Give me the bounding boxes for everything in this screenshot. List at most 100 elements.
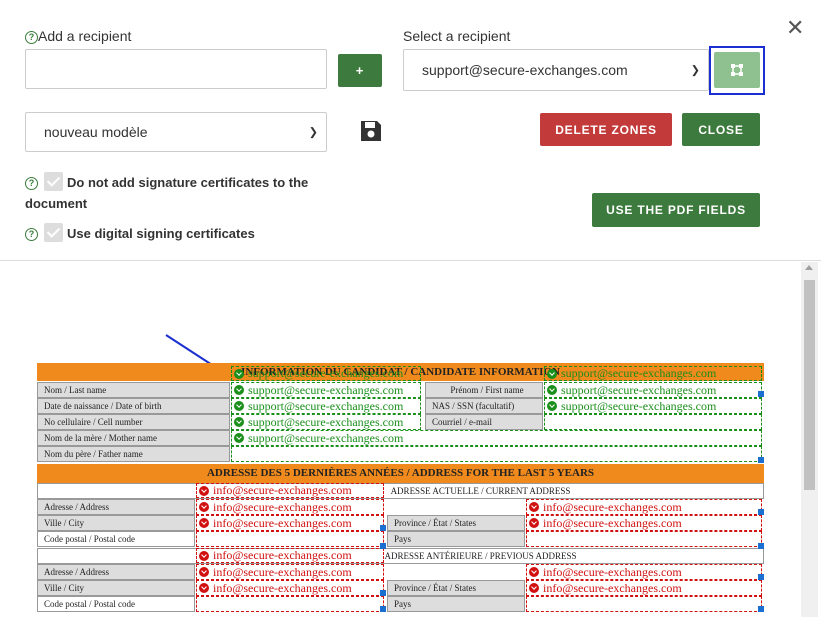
label-postal: Code postal / Postal code xyxy=(37,531,195,547)
signature-zone[interactable]: support@secure-exchanges.com xyxy=(231,430,762,446)
check-icon xyxy=(234,385,244,395)
resize-handle[interactable] xyxy=(758,391,764,397)
add-recipient-input[interactable] xyxy=(25,49,327,89)
no-cert-option: ? Do not add signature certificates to th… xyxy=(25,172,385,214)
signature-zone[interactable]: support@secure-exchanges.com xyxy=(544,382,762,398)
no-cert-label: Do not add signature certificates to the xyxy=(67,175,309,190)
label-address: Adresse / Address xyxy=(37,564,195,580)
signature-zone[interactable]: info@secure-exchanges.com xyxy=(196,499,384,515)
label-sin: NAS / SSN (facultatif) xyxy=(425,398,543,414)
resize-handle[interactable] xyxy=(758,606,764,612)
check-icon xyxy=(234,417,244,427)
close-button[interactable]: CLOSE xyxy=(682,113,760,146)
zone-label: info@secure-exchanges.com xyxy=(213,564,352,579)
signature-zones-dialog: ✕ ? Add a recipient + Select a recipient … xyxy=(0,0,821,617)
check-icon xyxy=(199,550,209,561)
check-icon xyxy=(199,583,209,593)
zone-label: support@secure-exchanges.com xyxy=(248,414,404,429)
label-cell: No cellulaire / Cell number xyxy=(37,414,230,430)
resize-handle[interactable] xyxy=(380,590,386,596)
scroll-up-icon[interactable] xyxy=(805,265,813,270)
label-mother: Nom de la mère / Mother name xyxy=(37,430,230,446)
delete-zones-button[interactable]: DELETE ZONES xyxy=(540,113,672,146)
signature-zone[interactable]: info@secure-exchanges.com xyxy=(196,564,384,580)
select-zone-button[interactable] xyxy=(714,52,760,88)
resize-handle[interactable] xyxy=(758,574,764,580)
signature-zone[interactable]: info@secure-exchanges.com xyxy=(196,548,384,563)
zone-label: support@secure-exchanges.com xyxy=(248,430,404,445)
zone-label: info@secure-exchanges.com xyxy=(213,499,352,514)
scroll-thumb[interactable] xyxy=(804,280,815,490)
label-last-name: Nom / Last name xyxy=(37,382,230,398)
signature-zone[interactable]: support@secure-exchanges.com xyxy=(544,366,762,381)
signature-zone[interactable]: info@secure-exchanges.com xyxy=(526,515,762,531)
check-icon xyxy=(529,502,539,512)
check-icon xyxy=(199,502,209,512)
resize-handle[interactable] xyxy=(380,606,386,612)
label-province: Province / État / States xyxy=(387,580,525,596)
recipient-select[interactable]: support@secure-exchanges.com ❯ xyxy=(403,49,709,91)
label-city: Ville / City xyxy=(37,580,195,596)
resize-handle[interactable] xyxy=(758,543,764,549)
resize-handle[interactable] xyxy=(758,509,764,515)
scrollbar[interactable] xyxy=(801,262,818,617)
check-icon xyxy=(199,485,209,496)
resize-handle[interactable] xyxy=(380,525,386,531)
template-select[interactable]: nouveau modèle ❯ xyxy=(25,112,327,152)
no-cert-label-2: document xyxy=(25,196,88,211)
check-icon xyxy=(234,401,244,411)
signature-zone[interactable]: support@secure-exchanges.com xyxy=(544,398,762,414)
section-address-title: ADRESSE DES 5 DERNIÈRES ANNÉES / ADDRESS… xyxy=(37,464,764,483)
use-pdf-fields-button[interactable]: USE THE PDF FIELDS xyxy=(592,193,760,227)
signature-zone[interactable] xyxy=(526,596,762,612)
close-icon[interactable]: ✕ xyxy=(786,18,804,40)
check-icon xyxy=(529,518,539,528)
zone-label: info@secure-exchanges.com xyxy=(213,548,352,562)
signature-zone[interactable] xyxy=(526,531,762,547)
label-address: Adresse / Address xyxy=(37,499,195,515)
signature-zone[interactable] xyxy=(231,446,762,462)
signature-zone[interactable]: info@secure-exchanges.com xyxy=(196,580,384,596)
signature-zone[interactable] xyxy=(544,414,762,430)
signature-zone[interactable] xyxy=(196,596,384,612)
resize-handle[interactable] xyxy=(758,457,764,463)
check-icon xyxy=(547,401,557,411)
zone-label: support@secure-exchanges.com xyxy=(248,398,404,413)
zone-label: support@secure-exchanges.com xyxy=(561,398,717,413)
signature-zone[interactable]: info@secure-exchanges.com xyxy=(196,515,384,531)
check-icon xyxy=(547,368,557,379)
add-recipient-button[interactable]: + xyxy=(338,54,382,87)
help-icon[interactable]: ? xyxy=(25,177,38,190)
check-icon xyxy=(234,368,244,379)
label-email: Courriel / e-mail xyxy=(425,414,543,430)
check-icon xyxy=(529,583,539,593)
resize-handle[interactable] xyxy=(380,543,386,549)
template-select-value: nouveau modèle xyxy=(44,124,148,140)
zone-label: info@secure-exchanges.com xyxy=(543,564,682,579)
signature-zone[interactable]: support@secure-exchanges.com xyxy=(231,382,421,398)
label-first-name: Prénom / First name xyxy=(425,382,543,398)
add-recipient-text: Add a recipient xyxy=(38,28,132,44)
recipient-select-value: support@secure-exchanges.com xyxy=(422,62,628,78)
signature-zone[interactable]: info@secure-exchanges.com xyxy=(526,564,762,580)
signature-zone[interactable]: info@secure-exchanges.com xyxy=(526,580,762,596)
label-dob: Date de naissance / Date of birth xyxy=(37,398,230,414)
digital-cert-checkbox[interactable] xyxy=(44,223,63,242)
help-icon[interactable]: ? xyxy=(25,228,38,241)
save-icon[interactable] xyxy=(359,119,383,143)
digital-cert-option: ? Use digital signing certificates xyxy=(25,223,255,244)
signature-zone[interactable]: support@secure-exchanges.com xyxy=(231,366,421,381)
zone-label: support@secure-exchanges.com xyxy=(248,382,404,397)
signature-zone[interactable]: support@secure-exchanges.com xyxy=(231,398,421,414)
add-recipient-label: ? Add a recipient xyxy=(25,28,131,44)
previous-address-heading: ADRESSE ANTÉRIEURE / PREVIOUS ADDRESS xyxy=(37,548,764,564)
signature-zone[interactable]: info@secure-exchanges.com xyxy=(526,499,762,515)
signature-zone[interactable] xyxy=(196,531,384,547)
signature-zone[interactable]: support@secure-exchanges.com xyxy=(231,414,421,430)
help-icon[interactable]: ? xyxy=(25,31,38,44)
zone-label: support@secure-exchanges.com xyxy=(561,382,717,397)
zone-label: info@secure-exchanges.com xyxy=(543,499,682,514)
signature-zone[interactable]: info@secure-exchanges.com xyxy=(196,483,384,498)
zone-label: info@secure-exchanges.com xyxy=(543,580,682,595)
no-cert-checkbox[interactable] xyxy=(44,172,63,191)
